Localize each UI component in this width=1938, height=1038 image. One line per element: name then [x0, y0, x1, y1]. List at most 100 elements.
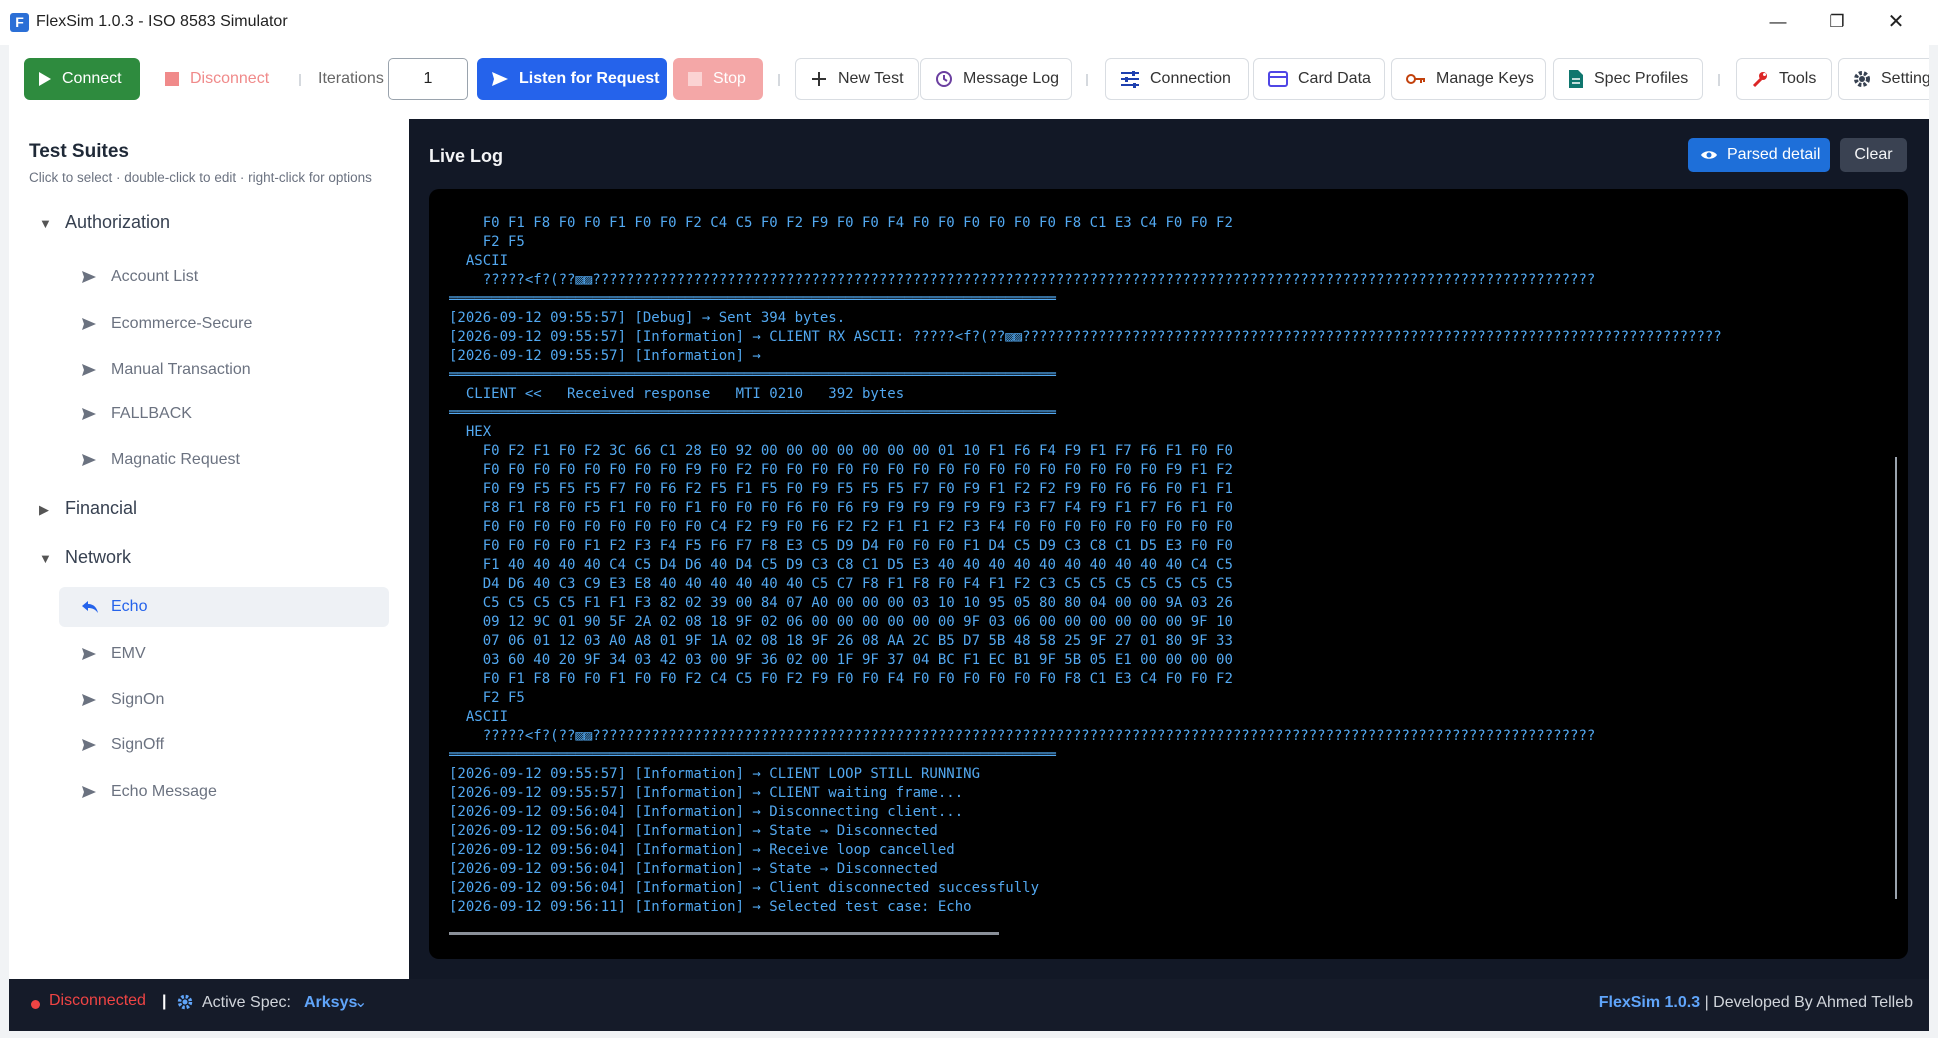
tree-item-magnatic-request[interactable]: Magnatic Request — [59, 440, 389, 480]
iterations-input[interactable] — [388, 58, 468, 100]
log-line: ASCII — [449, 253, 509, 269]
horizontal-scrollbar[interactable] — [449, 932, 999, 935]
wrench-icon — [1751, 70, 1769, 88]
log-line: [2026-09-12 09:56:11] [Information] → Se… — [449, 899, 972, 915]
log-line: [2026-09-12 09:55:57] [Information] → — [449, 348, 761, 364]
log-line: F2 F5 — [449, 234, 525, 250]
tree-item-echo[interactable]: Echo — [59, 587, 389, 627]
gear-icon — [1853, 70, 1871, 88]
stop-button[interactable]: Stop — [673, 58, 763, 100]
connect-button[interactable]: Connect — [24, 58, 140, 100]
iterations-label: Iterations — [318, 70, 384, 87]
test-suites-panel: Test Suites Click to select · double-cli… — [9, 119, 409, 979]
listen-for-request-button[interactable]: Listen for Request — [477, 58, 667, 100]
tree-item-label: Magnatic Request — [111, 451, 240, 468]
tree-item-label: FALLBACK — [111, 405, 192, 422]
connect-label: Connect — [62, 70, 122, 87]
disconnect-label: Disconnect — [190, 70, 270, 87]
active-spec-label: Active Spec: — [202, 994, 291, 1011]
log-line: ?????<f?(??▨▨???????????????????????????… — [449, 272, 1596, 288]
tree-item-label: SignOff — [111, 736, 165, 753]
toolbar-separator — [1086, 74, 1088, 86]
tree-item-fallback[interactable]: FALLBACK — [59, 394, 389, 434]
tree-item-signoff[interactable]: SignOff — [59, 725, 389, 765]
card-data-button[interactable]: Card Data — [1253, 58, 1385, 100]
clear-button[interactable]: Clear — [1840, 138, 1907, 172]
connection-button[interactable]: Connection — [1105, 58, 1249, 100]
log-line: ASCII — [449, 709, 509, 725]
tree-group-network[interactable]: ▼ Network — [39, 547, 131, 568]
tree-group-authorization[interactable]: ▼ Authorization — [39, 212, 170, 233]
tree-item-emv[interactable]: EMV — [59, 634, 389, 674]
settings-button[interactable]: Settings — [1838, 58, 1938, 100]
eye-icon — [1700, 149, 1718, 161]
send-icon — [81, 647, 99, 661]
tree-item-manual-transaction[interactable]: Manual Transaction — [59, 350, 389, 390]
window-title: FlexSim 1.0.3 - ISO 8583 Simulator — [36, 13, 288, 30]
log-line: ?????<f?(??▨▨???????????????????????????… — [449, 728, 1596, 744]
stop-square-icon — [164, 71, 180, 87]
log-line: F0 F0 F0 F0 F1 F2 F3 F4 F5 F6 F7 F8 E3 C… — [449, 538, 1233, 554]
app-icon: F — [10, 13, 29, 32]
send-icon — [81, 317, 99, 331]
close-button[interactable]: ✕ — [1873, 8, 1919, 36]
log-line: F0 F0 F0 F0 F0 F0 F0 F0 F0 C4 F2 F9 F0 F… — [449, 519, 1233, 535]
new-test-button[interactable]: New Test — [795, 58, 919, 100]
live-log-title: Live Log — [429, 146, 504, 166]
log-line: [2026-09-12 09:55:57] [Information] → CL… — [449, 785, 964, 801]
credit-card-icon — [1268, 71, 1288, 87]
log-line: [2026-09-12 09:56:04] [Information] → St… — [449, 861, 938, 877]
toolbar-separator — [299, 74, 301, 86]
log-line: F0 F2 F1 F0 F2 3C 66 C1 28 E0 92 00 00 0… — [449, 443, 1233, 459]
tree-item-echo-message[interactable]: Echo Message — [59, 772, 389, 812]
key-icon — [1406, 72, 1426, 86]
collapsed-triangle-icon: ▶ — [39, 502, 49, 517]
tree-item-label: Manual Transaction — [111, 361, 251, 378]
log-line: F8 F1 F8 F0 F5 F1 F0 F0 F1 F0 F0 F0 F6 F… — [449, 500, 1233, 516]
parsed-detail-label: Parsed detail — [1727, 146, 1821, 163]
manage-keys-button[interactable]: Manage Keys — [1391, 58, 1546, 100]
active-spec-dropdown[interactable]: Arksys — [304, 994, 357, 1012]
reply-icon — [81, 600, 99, 614]
new-test-label: New Test — [838, 70, 904, 87]
tree-group-financial[interactable]: ▶ Financial — [39, 498, 137, 519]
message-log-button[interactable]: Message Log — [920, 58, 1072, 100]
log-line: [2026-09-12 09:56:04] [Information] → St… — [449, 823, 938, 839]
send-icon — [81, 407, 99, 421]
log-line: [2026-09-12 09:56:04] [Information] → Di… — [449, 804, 964, 820]
vertical-scrollbar[interactable] — [1895, 457, 1897, 899]
tree-item-label: EMV — [111, 645, 146, 662]
plus-icon — [810, 70, 828, 88]
credit-label: | Developed By Ahmed Telleb — [1704, 994, 1913, 1011]
log-line: 03 60 40 20 9F 34 03 42 03 00 9F 36 02 0… — [449, 652, 1233, 668]
tools-button[interactable]: Tools — [1736, 58, 1832, 100]
maximize-button[interactable]: ❐ — [1814, 8, 1860, 36]
status-dot-icon — [31, 1000, 40, 1009]
tree-item-ecommerce-secure[interactable]: Ecommerce-Secure — [59, 304, 389, 344]
version-label: FlexSim 1.0.3 — [1598, 994, 1701, 1011]
stop-square-icon — [687, 71, 703, 87]
clipped-log-line — [447, 189, 1897, 195]
connection-label: Connection — [1150, 70, 1231, 87]
chevron-down-icon[interactable]: ⌄ — [354, 992, 367, 1012]
document-icon — [1568, 69, 1584, 89]
log-line: [2026-09-12 09:56:04] [Information] → Cl… — [449, 880, 1040, 896]
listen-label: Listen for Request — [519, 70, 660, 87]
tree-item-account-list[interactable]: Account List — [59, 257, 389, 297]
log-console[interactable]: F0 F1 F8 F0 F0 F1 F0 F0 F2 C4 C5 F0 F2 F… — [429, 189, 1908, 959]
send-icon — [81, 363, 99, 377]
status-credits: FlexSim 1.0.3 | Developed By Ahmed Telle… — [1599, 994, 1913, 1012]
tree-item-signon[interactable]: SignOn — [59, 680, 389, 720]
log-line: 07 06 01 12 03 A0 A8 01 9F 1A 02 08 18 9… — [449, 633, 1233, 649]
log-line: F2 F5 — [449, 690, 525, 706]
history-icon — [935, 70, 953, 88]
parsed-detail-button[interactable]: Parsed detail — [1688, 138, 1830, 172]
manage-keys-label: Manage Keys — [1436, 70, 1534, 87]
minimize-button[interactable]: — — [1755, 8, 1801, 36]
spec-profiles-label: Spec Profiles — [1594, 70, 1689, 87]
toolbar: Connect Disconnect Iterations Listen for… — [0, 45, 1938, 120]
disconnect-button[interactable]: Disconnect — [160, 58, 280, 100]
log-line: HEX — [449, 424, 492, 440]
status-bar: Disconnected | Active Spec: Arksys ⌄ Fle… — [9, 979, 1929, 1031]
spec-profiles-button[interactable]: Spec Profiles — [1553, 58, 1703, 100]
